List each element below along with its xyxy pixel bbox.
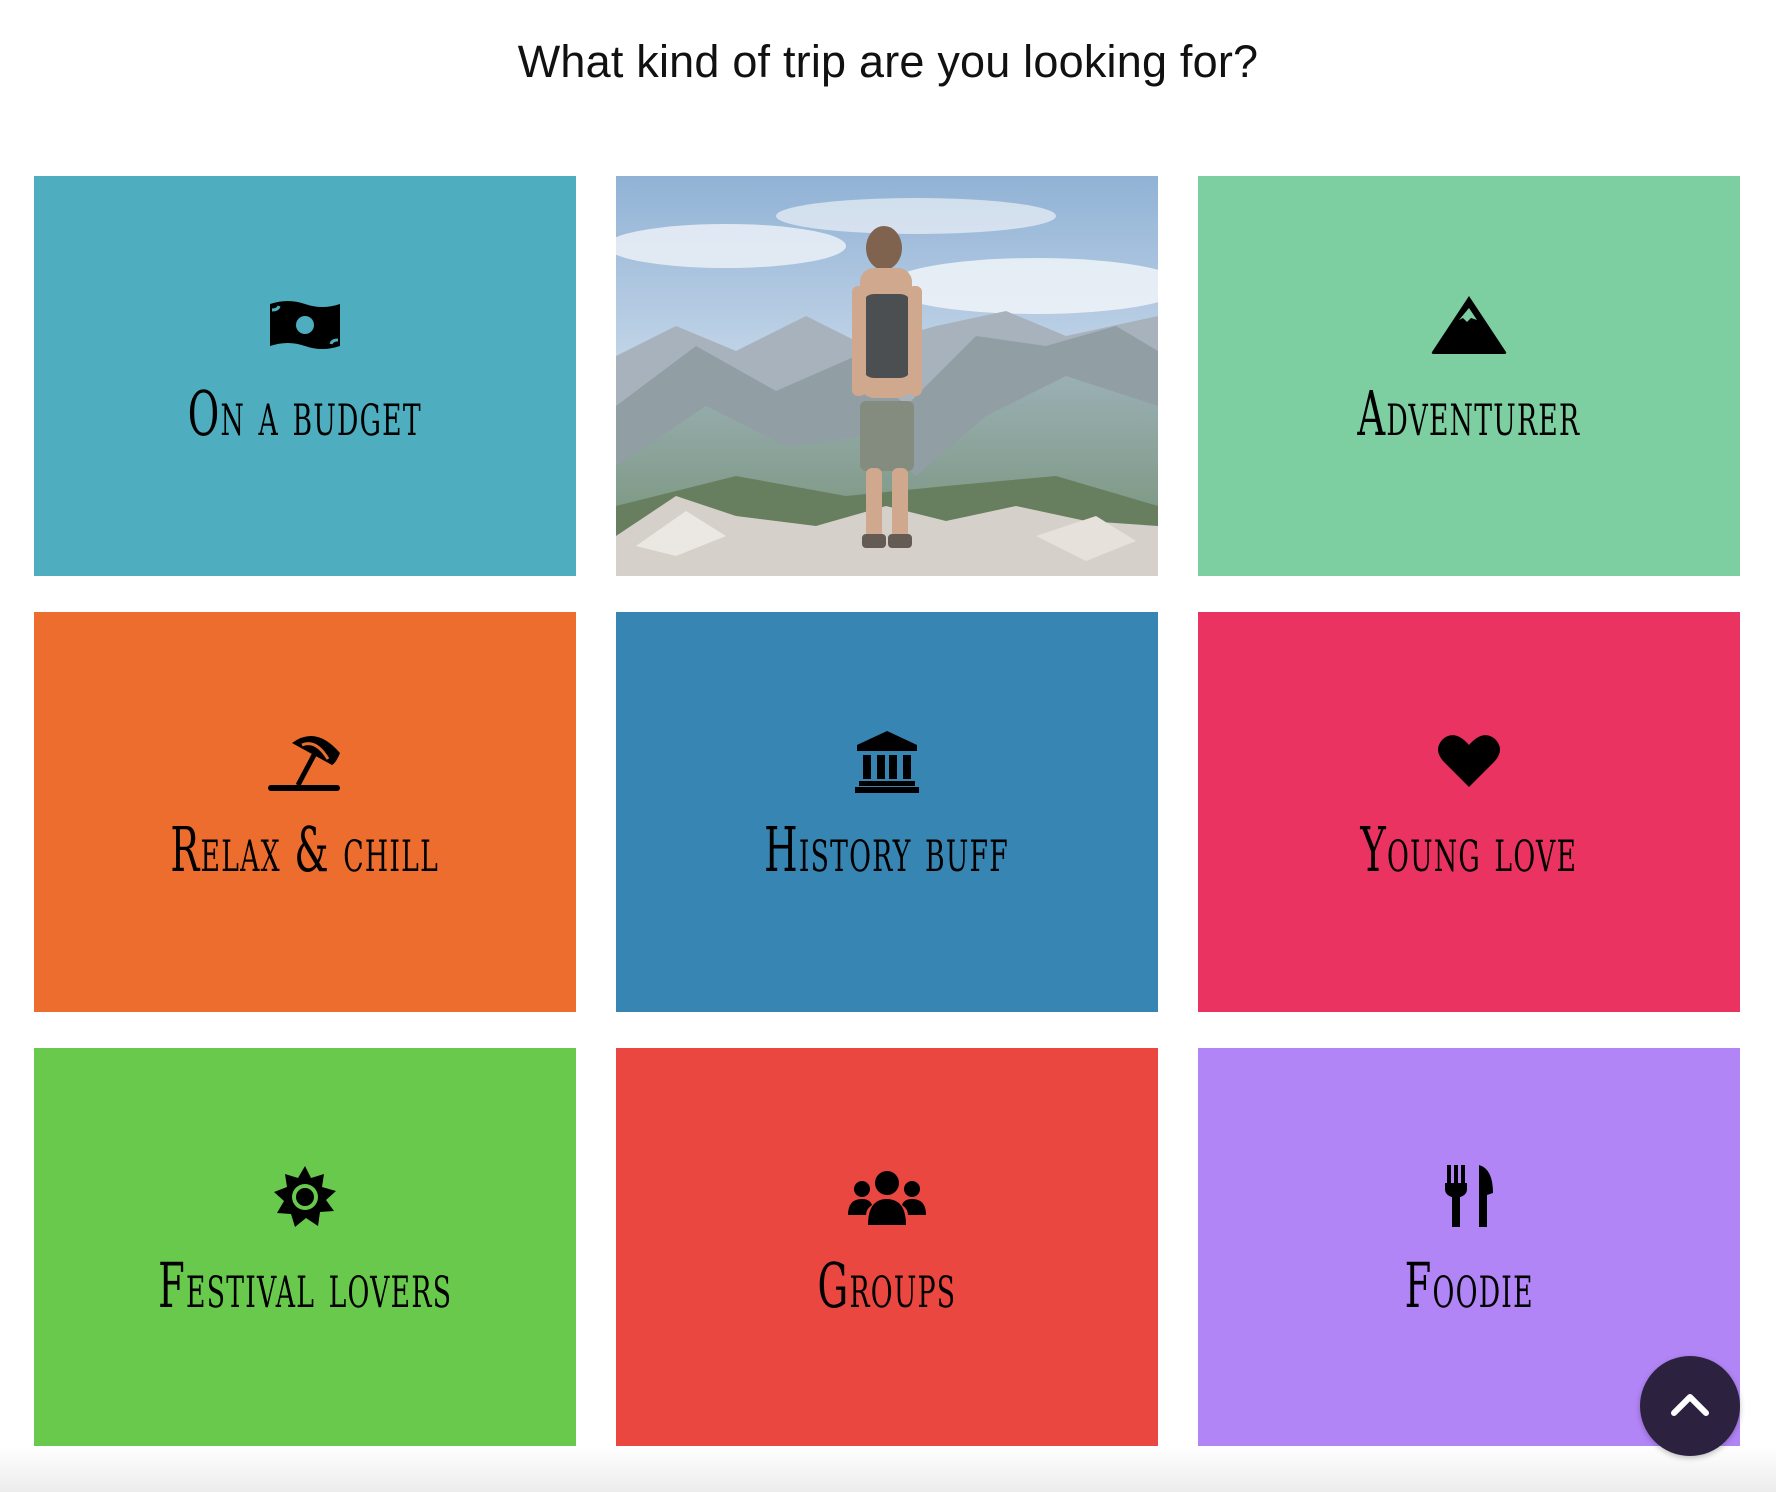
tile-label: Festival lovers <box>157 1249 453 1322</box>
users-icon <box>847 1165 927 1229</box>
mountain-icon <box>1429 293 1509 357</box>
trip-type-grid: On a budget Adventurer Relax & chill His… <box>34 176 1740 1448</box>
utensils-icon <box>1429 1165 1509 1229</box>
tile-label: Foodie <box>1404 1249 1534 1322</box>
scroll-to-top-button[interactable] <box>1640 1356 1740 1456</box>
tile-groups[interactable]: Groups <box>616 1048 1158 1448</box>
heart-icon <box>1429 729 1509 793</box>
umbrella-beach-icon <box>265 729 345 793</box>
tile-festival-lovers[interactable]: Festival lovers <box>34 1048 576 1448</box>
landmark-icon <box>847 729 927 793</box>
tile-label: Young love <box>1360 813 1578 886</box>
tile-young-love[interactable]: Young love <box>1198 612 1740 1012</box>
footer-shadow <box>0 1446 1776 1492</box>
tile-history-buff[interactable]: History buff <box>616 612 1158 1012</box>
tile-adventurer[interactable]: Adventurer <box>1198 176 1740 576</box>
page-title: What kind of trip are you looking for? <box>517 36 1259 87</box>
tile-label: Groups <box>817 1249 957 1322</box>
tile-relax-and-chill[interactable]: Relax & chill <box>34 612 576 1012</box>
hiker-photo[interactable] <box>616 176 1158 576</box>
chevron-up-icon <box>1670 1391 1710 1422</box>
tile-label: Adventurer <box>1357 377 1581 450</box>
money-bill-icon <box>265 293 345 357</box>
sun-icon <box>265 1165 345 1229</box>
tile-label: History buff <box>764 813 1010 886</box>
tile-on-a-budget[interactable]: On a budget <box>34 176 576 576</box>
tile-label: Relax & chill <box>170 813 440 886</box>
tile-label: On a budget <box>187 377 423 450</box>
